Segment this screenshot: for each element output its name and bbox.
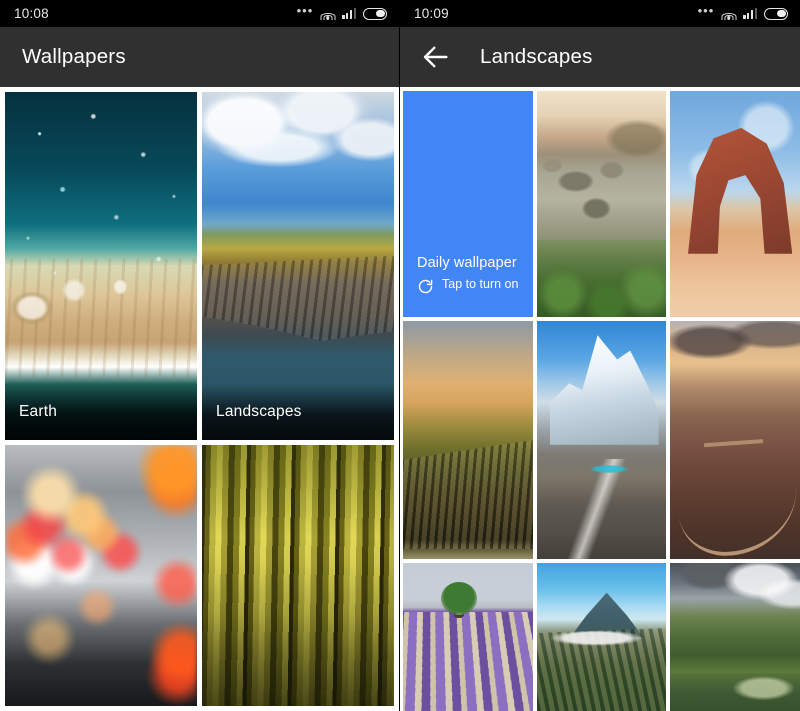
thumbnail-image [403,321,533,559]
screenshot-pair: 10:08 ••• Wallpapers Earth Landscapes 10… [0,0,800,711]
wallpaper-category-landscapes[interactable]: Landscapes [202,92,394,440]
status-bar-icons: ••• [697,3,788,21]
wallpaper-thumb-rocky-lagoon[interactable] [536,91,667,317]
status-bar: 10:09 ••• [400,0,800,27]
wallpaper-thumb-canyon-sunset[interactable] [403,321,533,559]
signal-icon [342,8,356,19]
app-bar: Landscapes [400,27,800,87]
back-arrow-icon[interactable] [418,40,452,74]
thumbnail-image [202,445,394,706]
status-bar-clock: 10:08 [14,6,49,21]
status-bar-clock: 10:09 [414,6,449,21]
app-bar: Wallpapers [0,27,399,87]
category-label: Landscapes [202,384,394,440]
status-bar: 10:08 ••• [0,0,399,27]
wallpaper-thumb-winding-road[interactable] [670,321,800,559]
daily-wallpaper-card[interactable]: Daily wallpaper Tap to turn on [403,91,533,317]
wallpaper-category-cityscapes[interactable] [5,445,197,706]
battery-icon [363,7,387,20]
wallpaper-thumbnail-grid: Daily wallpaper Tap to turn on [400,87,800,711]
thumbnail-image [670,563,800,711]
wallpaper-thumb-desert-arch[interactable] [670,91,800,317]
wallpaper-category-textures[interactable] [202,445,394,706]
thumbnail-image [670,91,800,317]
wallpaper-thumb-volcano[interactable] [536,563,667,711]
signal-icon [743,8,757,19]
thumbnail-image [403,563,533,711]
wallpaper-thumb-green-mountain[interactable] [670,563,800,711]
daily-wallpaper-title: Daily wallpaper [417,255,517,271]
thumbnail-image [5,445,197,706]
status-bar-icons: ••• [296,3,387,21]
thumbnail-image [670,321,800,559]
page-title: Wallpapers [22,45,126,68]
overflow-dots-icon: ••• [296,3,314,18]
wallpaper-category-earth[interactable]: Earth [5,92,197,440]
wifi-icon [721,8,737,20]
page-title: Landscapes [480,45,593,68]
wallpaper-thumb-snow-peak[interactable] [536,321,667,559]
phone-screen-landscapes: 10:09 ••• Landscapes Daily wallpaper Tap… [400,0,800,711]
wallpaper-thumb-lavender-field[interactable] [403,563,533,711]
phone-screen-wallpapers: 10:08 ••• Wallpapers Earth Landscapes [0,0,400,711]
thumbnail-image [536,563,667,711]
refresh-icon [417,278,434,295]
thumbnail-image [536,321,667,559]
wifi-icon [320,8,336,20]
thumbnail-image [536,91,667,317]
battery-icon [764,7,788,20]
wallpaper-category-grid: Earth Landscapes [0,87,399,711]
overflow-dots-icon: ••• [697,3,715,18]
daily-wallpaper-subtitle: Tap to turn on [442,277,519,291]
category-label: Earth [5,384,197,440]
